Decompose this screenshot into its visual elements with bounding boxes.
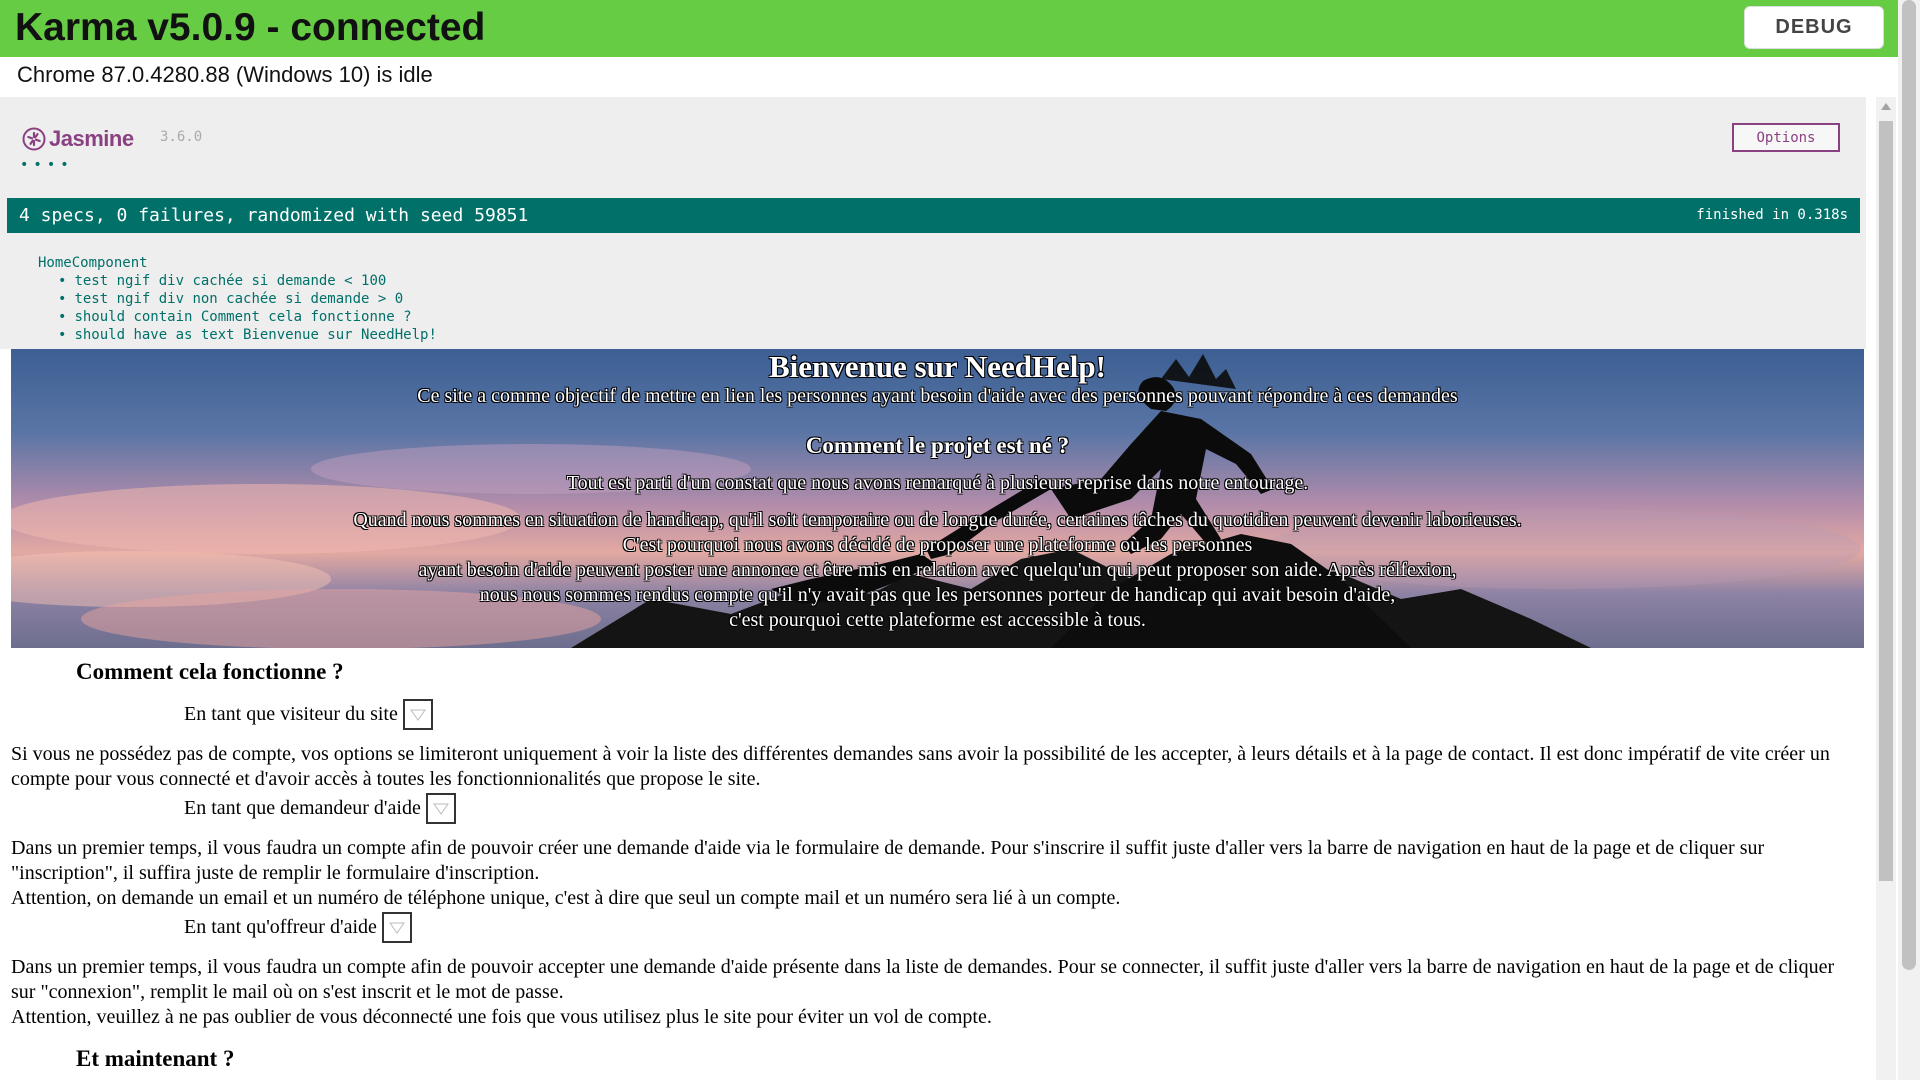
karma-title: Karma v5.0.9 - connected [15, 6, 486, 49]
results-summary[interactable]: 4 specs, 0 failures, randomized with see… [19, 205, 528, 226]
spec-tree: HomeComponent test ngif div cachée si de… [38, 254, 437, 344]
jasmine-logo: Jasmine [22, 126, 134, 152]
hero-heading: Comment le projet est né ? [805, 433, 1070, 458]
helper-description: Dans un premier temps, il vous faudra un… [11, 955, 1861, 1030]
page-scroll-thumb[interactable] [1902, 0, 1916, 970]
how-it-works-title: Comment cela fonctionne ? [76, 659, 344, 684]
chevron-down-icon [388, 922, 405, 934]
duration-label: finished in 0.318s [1696, 207, 1848, 223]
jasmine-flower-icon [22, 127, 46, 151]
results-summary-bar: 4 specs, 0 failures, randomized with see… [7, 198, 1860, 233]
hero-story-line: Quand nous sommes en situation de handic… [353, 509, 1522, 531]
spec-list: test ngif div cachée si demande < 100 te… [58, 272, 437, 344]
requester-row: En tant que demandeur d'aide [184, 793, 456, 824]
requester-description: Dans un premier temps, il vous faudra un… [11, 836, 1861, 911]
hero-story-line: ayant besoin d'aide peuvent poster une a… [418, 559, 1457, 581]
hero-story-line: nous nous sommes rendus compte qu'il n'y… [479, 584, 1396, 606]
options-button[interactable]: Options [1732, 123, 1840, 152]
requester-warning: Attention, on demande un email et un num… [11, 887, 1121, 909]
helper-text: Dans un premier temps, il vous faudra un… [11, 956, 1835, 1003]
page-scrollbar[interactable] [1898, 0, 1920, 1080]
suite-link[interactable]: HomeComponent [38, 254, 437, 272]
helper-toggle-button[interactable] [381, 912, 412, 943]
helper-row: En tant qu'offreur d'aide [184, 912, 412, 943]
debug-button[interactable]: DEBUG [1744, 6, 1884, 49]
hero-subtitle: Ce site a comme objectif de mettre en li… [417, 385, 1458, 407]
spec-link[interactable]: test ngif div non cachée si demande > 0 [58, 290, 437, 308]
requester-label: En tant que demandeur d'aide [184, 797, 421, 819]
spec-link[interactable]: should have as text Bienvenue sur NeedHe… [58, 326, 436, 344]
visitor-row: En tant que visiteur du site [184, 699, 433, 730]
hero-story-line: c'est pourquoi cette plateforme est acce… [729, 609, 1146, 631]
helper-label: En tant qu'offreur d'aide [184, 916, 377, 938]
jasmine-wordmark: Jasmine [49, 126, 134, 151]
frame-scrollbar[interactable] [1876, 97, 1896, 1080]
frame-scroll-thumb[interactable] [1879, 121, 1893, 881]
visitor-description: Si vous ne possédez pas de compte, vos o… [11, 743, 1830, 790]
hero-banner: Bienvenue sur NeedHelp! Ce site a comme … [11, 349, 1864, 648]
chevron-down-icon [432, 803, 449, 815]
spec-link[interactable]: should contain Comment cela fonctionne ? [58, 308, 437, 326]
visitor-label: En tant que visiteur du site [184, 703, 398, 725]
requester-text: Dans un premier temps, il vous faudra un… [11, 837, 1765, 884]
requester-toggle-button[interactable] [425, 793, 456, 824]
home-component: Bienvenue sur NeedHelp! Ce site a comme … [0, 349, 1866, 1080]
karma-banner: Karma v5.0.9 - connected DEBUG [0, 0, 1920, 57]
chevron-down-icon [409, 709, 426, 721]
browser-status: Chrome 87.0.4280.88 (Windows 10) is idle [17, 62, 433, 87]
hero-story: Quand nous sommes en situation de handic… [11, 508, 1864, 633]
visitor-toggle-button[interactable] [402, 699, 433, 730]
jasmine-version: 3.6.0 [160, 129, 203, 145]
hero-story-line: C'est pourquoi nous avons décidé de prop… [622, 534, 1253, 556]
next-steps-title: Et maintenant ? [76, 1046, 235, 1071]
hero-title: Bienvenue sur NeedHelp! [769, 349, 1106, 384]
helper-warning: Attention, veuillez à ne pas oublier de … [11, 1006, 992, 1028]
scroll-up-icon[interactable] [1881, 103, 1891, 110]
test-frame: Jasmine 3.6.0 •••• Options 4 specs, 0 fa… [0, 97, 1866, 1080]
hero-paragraph: Tout est parti d'un constat que nous avo… [566, 472, 1309, 494]
spec-link[interactable]: test ngif div cachée si demande < 100 [58, 272, 437, 290]
spec-dots: •••• [20, 157, 74, 173]
